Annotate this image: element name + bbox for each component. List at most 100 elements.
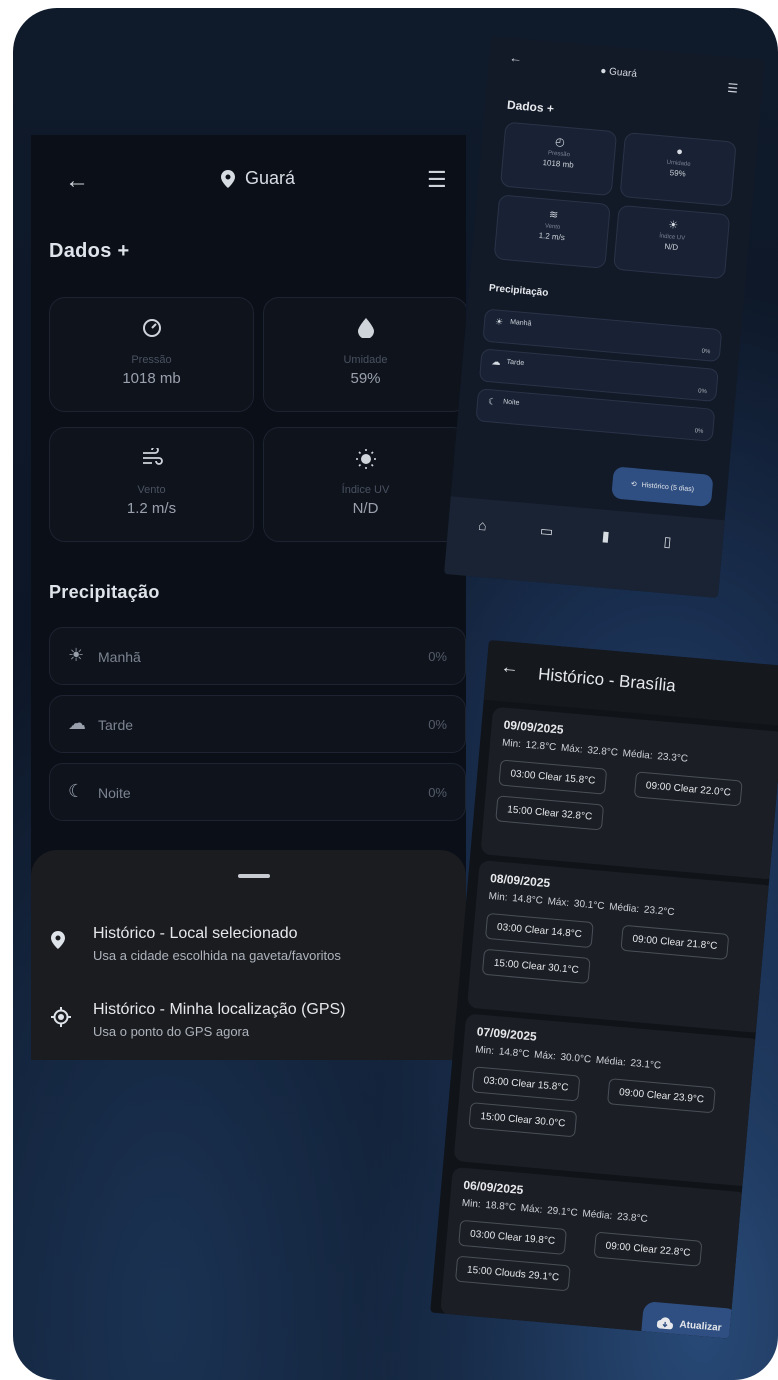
hamburger-menu-icon[interactable]: ☰ xyxy=(727,81,739,96)
page-title: Histórico - Brasília xyxy=(537,664,677,696)
location-name: Guará xyxy=(608,66,638,80)
precip-label: Noite xyxy=(98,785,131,801)
card-umidade[interactable]: Umidade 59% xyxy=(263,297,466,412)
map-pin-icon xyxy=(221,169,235,188)
card-value: N/D xyxy=(352,500,379,517)
card-vento[interactable]: Vento 1.2 m/s xyxy=(49,427,254,542)
card-label: Índice UV xyxy=(341,484,390,496)
card-value: 1.2 m/s xyxy=(126,500,177,517)
moon-icon: ☾ xyxy=(487,396,497,407)
card-pressao[interactable]: ◴ Pressão 1018 mb xyxy=(499,121,618,197)
moon-icon: ☾ xyxy=(68,781,85,801)
section-title-dados: Dados + xyxy=(49,240,130,262)
back-arrow-icon[interactable]: ← xyxy=(500,656,520,678)
gps-icon xyxy=(51,1007,71,1032)
day-date: 06/09/2025 xyxy=(462,1177,524,1198)
location-selector[interactable]: Guará xyxy=(221,168,295,189)
cloud-icon: ☁ xyxy=(68,713,86,733)
precip-label: Manhã xyxy=(509,318,532,328)
card-indice-uv[interactable]: Índice UV N/D xyxy=(263,427,466,542)
day-summary: Min: 14.8°C Máx: 30.1°C Média: 23.2°C xyxy=(488,890,675,919)
sheet-drag-handle[interactable] xyxy=(238,874,270,878)
day-date: 07/09/2025 xyxy=(476,1024,538,1044)
precip-value: 0% xyxy=(428,649,447,664)
app-bar: ← Guará ☰ xyxy=(31,135,466,225)
hour-chip[interactable]: 15:00 Clear 30.0°C xyxy=(468,1102,578,1138)
hour-chip[interactable]: 15:00 Clear 30.1°C xyxy=(481,948,591,984)
map-icon[interactable]: ▯ xyxy=(663,533,672,551)
day-card: 09/09/2025 Min: 12.8°C Máx: 32.8°C Média… xyxy=(480,706,778,880)
history-icon: ⟲ xyxy=(630,480,637,489)
bar-chart-icon[interactable]: ▮ xyxy=(601,528,610,546)
section-title-precipitacao: Precipitação xyxy=(49,582,160,602)
section-title-dados: Dados + xyxy=(506,97,555,116)
screen-dados-large: ← Guará ☰ Dados + Pressão 1018 mb Umidad… xyxy=(31,135,466,1060)
sun-icon: ☀ xyxy=(494,316,504,328)
hour-chip[interactable]: 09:00 Clear 22.0°C xyxy=(633,771,743,807)
screen-historico: ← Histórico - Brasília 09/09/2025 Min: 1… xyxy=(430,640,778,1339)
hour-chip[interactable]: 03:00 Clear 19.8°C xyxy=(458,1219,568,1255)
cloud-icon: ☁ xyxy=(491,356,502,368)
precip-value: 0% xyxy=(701,348,711,356)
day-card: 07/09/2025 Min: 14.8°C Máx: 30.0°C Média… xyxy=(453,1013,762,1187)
hour-chip[interactable]: 15:00 Clouds 29.1°C xyxy=(454,1255,572,1292)
card-label: Umidade xyxy=(343,354,388,366)
hour-chip[interactable]: 03:00 Clear 14.8°C xyxy=(484,912,594,949)
card-value: 59% xyxy=(350,370,381,387)
precip-row-manha[interactable]: ☀ Manhã 0% xyxy=(49,627,466,685)
back-arrow-icon[interactable]: ← xyxy=(509,50,523,66)
day-card: 08/09/2025 Min: 14.8°C Máx: 30.1°C Média… xyxy=(466,860,775,1034)
historico-button-label: Histórico (5 dias) xyxy=(641,481,695,493)
hour-chip[interactable]: 15:00 Clear 32.8°C xyxy=(495,795,605,831)
precip-label: Tarde xyxy=(98,717,134,733)
hour-chip[interactable]: 09:00 Clear 23.9°C xyxy=(607,1078,717,1114)
card-label: Pressão xyxy=(131,354,172,366)
screen-dados-small: ← ● Guará ☰ Dados + ◴ Pressão 1018 mb ● … xyxy=(443,36,765,598)
home-icon[interactable]: ⌂ xyxy=(478,517,488,534)
precip-label: Tarde xyxy=(506,358,525,368)
section-title-precipitacao: Precipitação xyxy=(488,282,549,299)
precip-value: 0% xyxy=(428,717,447,732)
wind-icon xyxy=(50,446,253,474)
map-pin-icon xyxy=(51,931,65,954)
day-summary: Min: 18.8°C Máx: 29.1°C Média: 23.8°C xyxy=(461,1197,649,1226)
day-summary: Min: 12.8°C Máx: 32.8°C Média: 23.3°C xyxy=(501,737,689,765)
cloud-download-icon xyxy=(657,1317,674,1330)
atualizar-label: Atualizar xyxy=(678,1318,723,1334)
precip-value: 0% xyxy=(694,428,704,435)
hamburger-menu-icon[interactable]: ☰ xyxy=(427,167,447,193)
precip-label: Noite xyxy=(502,398,520,407)
droplet-icon xyxy=(264,318,466,344)
precip-value: 0% xyxy=(697,388,708,396)
precip-label: Manhã xyxy=(98,649,141,665)
day-summary: Min: 14.8°C Máx: 30.0°C Média: 23.1°C xyxy=(474,1044,662,1072)
gauge-icon xyxy=(50,318,253,344)
location-name: Guará xyxy=(245,168,296,188)
historico-button[interactable]: ⟲ Histórico (5 dias) xyxy=(611,466,714,507)
card-pressao[interactable]: Pressão 1018 mb xyxy=(49,297,254,412)
location-selector[interactable]: ● Guará xyxy=(600,66,637,80)
precip-row-tarde[interactable]: ☁ Tarde 0% xyxy=(49,695,466,753)
back-arrow-icon[interactable]: ← xyxy=(65,167,89,195)
hour-chip[interactable]: 03:00 Clear 15.8°C xyxy=(498,759,608,795)
bottom-sheet: Histórico - Local selecionado Usa a cida… xyxy=(31,850,466,1060)
option-title: Histórico - Minha localização (GPS) xyxy=(93,1001,346,1018)
day-date: 08/09/2025 xyxy=(489,871,551,891)
device-frame: ← Guará ☰ Dados + Pressão 1018 mb Umidad… xyxy=(13,8,778,1380)
hour-chip[interactable]: 03:00 Clear 15.8°C xyxy=(471,1066,581,1102)
card-value: 1018 mb xyxy=(122,370,181,387)
hour-chip[interactable]: 09:00 Clear 21.8°C xyxy=(620,924,730,960)
option-subtitle: Usa a cidade escolhida na gaveta/favorit… xyxy=(93,948,341,963)
option-historico-gps[interactable]: Histórico - Minha localização (GPS) Usa … xyxy=(51,1001,451,1046)
card-umidade[interactable]: ● Umidade 59% xyxy=(619,132,737,207)
sun-icon: ☀ xyxy=(68,645,85,665)
option-historico-local[interactable]: Histórico - Local selecionado Usa a cida… xyxy=(51,925,451,970)
precip-row-noite[interactable]: ☾ Noite 0% xyxy=(49,763,466,821)
card-vento[interactable]: ≋ Vento 1.2 m/s xyxy=(493,194,611,269)
sun-icon xyxy=(264,448,466,474)
calendar-icon[interactable]: ▭ xyxy=(539,522,554,540)
card-indice-uv[interactable]: ☀ Índice UV N/D xyxy=(613,204,731,280)
bottom-navigation: ⌂ ▭ ▮ ▯ xyxy=(443,496,725,598)
hour-chip[interactable]: 09:00 Clear 22.8°C xyxy=(593,1231,703,1267)
precip-value: 0% xyxy=(428,785,447,800)
